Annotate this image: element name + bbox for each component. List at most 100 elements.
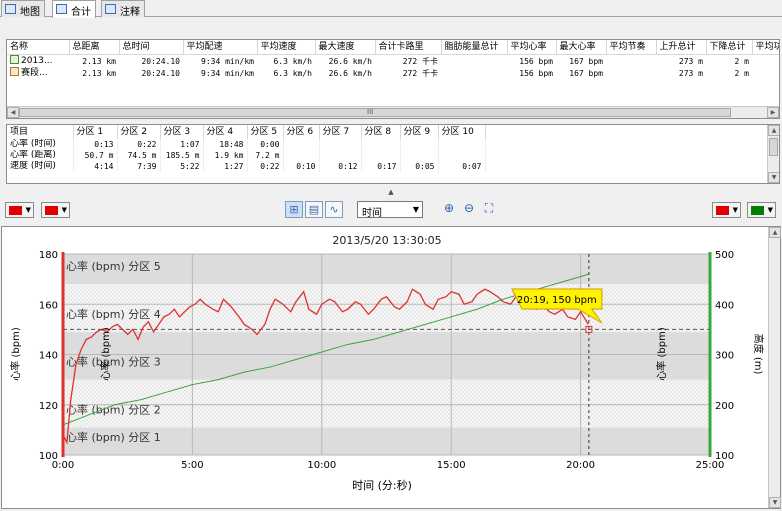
right-axis-label: 高度 (m) [752, 334, 765, 375]
zones-col-3[interactable]: 分区 3 [160, 125, 204, 139]
chevron-down-icon: ▼ [25, 206, 31, 214]
table-row[interactable]: 心率 (距离) 50.7 m 74.5 m 185.5 m 1.9 km 7.2… [7, 150, 486, 161]
col-time[interactable]: 总时间 [119, 40, 184, 55]
col-name[interactable]: 名称 [7, 40, 70, 55]
chevron-down-icon: ▼ [61, 206, 67, 214]
cell: 0:22 [247, 161, 284, 172]
zones-col-2[interactable]: 分区 2 [117, 125, 161, 139]
row-name: 赛段... [21, 68, 48, 78]
chevron-down-icon: ▼ [767, 206, 773, 214]
cell: 74.5 m [117, 150, 161, 161]
cell [606, 55, 656, 68]
fit-button[interactable]: ⛶ [482, 202, 496, 216]
chevron-down-icon: ▼ [412, 205, 419, 214]
table-icon [56, 4, 67, 14]
table-row[interactable]: 速度 (时间) 4:14 7:39 5:22 1:27 0:22 0:10 0:… [7, 161, 486, 172]
left-color-2-button[interactable]: ▼ [41, 202, 70, 218]
scrollbar-thumb[interactable] [19, 108, 731, 117]
cell: 167 bpm [569, 68, 603, 78]
scroll-down-icon[interactable]: ▼ [769, 497, 781, 508]
cell: 9:34 min/km [201, 68, 254, 78]
summary-header-row: 名称 总距离 总时间 平均配速 平均速度 最大速度 合计卡路里 脂肪能量总计 平… [7, 40, 779, 55]
segment-icon [10, 67, 19, 76]
scroll-right-icon[interactable]: ▶ [767, 107, 779, 118]
cell: 273 m [678, 56, 703, 66]
col-avg-speed[interactable]: 平均速度 [257, 40, 316, 55]
x-tick-label: 15:00 [437, 460, 466, 471]
col-avg-cadence[interactable]: 平均节奏 [606, 40, 657, 55]
col-avg-pace[interactable]: 平均配速 [183, 40, 258, 55]
table-row[interactable]: 心率 (时间) 0:13 0:22 1:07 18:48 0:00 [7, 139, 486, 150]
cell: 5:22 [160, 161, 204, 172]
zone-label: 心率 (bpm) 分区 5 [66, 259, 161, 273]
zones-col-7[interactable]: 分区 7 [319, 125, 362, 139]
tab-notes[interactable]: 注释 [101, 0, 145, 18]
cell [283, 139, 320, 150]
zones-col-6[interactable]: 分区 6 [283, 125, 320, 139]
col-calories[interactable]: 合计卡路里 [375, 40, 442, 55]
grid-view-button[interactable]: ⊞ [285, 201, 303, 218]
view-tabs: 地图 合计 注释 [0, 0, 782, 18]
scroll-up-icon[interactable]: ▲ [769, 227, 781, 238]
col-ascent[interactable]: 上升总计 [656, 40, 707, 55]
col-avg-hr[interactable]: 平均心率 [507, 40, 557, 55]
color-swatch [45, 206, 58, 215]
table-row[interactable]: 2013... 2.13 km 20:24.10 9:34 min/km 6.3… [7, 55, 779, 68]
col-distance[interactable]: 总距离 [69, 40, 120, 55]
left-color-1-button[interactable]: ▼ [5, 202, 34, 218]
zones-col-1[interactable]: 分区 1 [73, 125, 118, 139]
zones-vertical-scrollbar[interactable]: ▲ ▼ [767, 125, 779, 183]
zones-panel: 项目 分区 1 分区 2 分区 3 分区 4 分区 5 分区 6 分区 7 分区… [6, 124, 780, 184]
x-axis-select[interactable]: 时间 ▼ [357, 201, 423, 219]
zoom-in-button[interactable]: ⊕ [442, 202, 456, 216]
cell [361, 150, 401, 161]
cell: 26.6 km/h [328, 56, 372, 66]
right-color-2-button[interactable]: ▼ [747, 202, 776, 218]
zone-label: 心率 (bpm) 分区 2 [66, 402, 161, 416]
curve-view-button[interactable]: ∿ [325, 201, 343, 218]
col-max-speed[interactable]: 最大速度 [315, 40, 376, 55]
zone-row-label: 心率 (时间) [7, 139, 74, 150]
chart-vertical-scrollbar[interactable]: ▲ ▼ [768, 227, 781, 508]
zones-col-10[interactable]: 分区 10 [438, 125, 486, 139]
activity-icon [10, 55, 19, 64]
cell: 2.13 km [82, 68, 116, 78]
col-max-hr[interactable]: 最大心率 [556, 40, 607, 55]
zones-col-5[interactable]: 分区 5 [247, 125, 284, 139]
cell [319, 139, 362, 150]
zones-col-item[interactable]: 项目 [7, 125, 74, 139]
left-tick-label: 120 [39, 401, 58, 412]
zone-label: 心率 (bpm) 分区 3 [66, 355, 161, 369]
table-row[interactable]: 赛段... 2.13 km 20:24.10 9:34 min/km 6.3 k… [7, 67, 779, 79]
splitter-handle-icon[interactable]: ▲ [386, 188, 396, 196]
scrollbar-grip: III [367, 108, 374, 116]
scrollbar-thumb[interactable] [769, 138, 778, 156]
col-descent[interactable]: 下降总计 [706, 40, 753, 55]
cell: 0:17 [361, 161, 401, 172]
zones-table: 项目 分区 1 分区 2 分区 3 分区 4 分区 5 分区 6 分区 7 分区… [7, 125, 486, 172]
row-name-cell: 2013... [7, 55, 69, 68]
tab-summary[interactable]: 合计 [52, 0, 96, 18]
summary-horizontal-scrollbar[interactable]: ◀ III ▶ [7, 106, 779, 118]
cell [400, 139, 439, 150]
cell: 0:00 [247, 139, 284, 150]
right-color-1-button[interactable]: ▼ [712, 202, 741, 218]
cell: 156 bpm [519, 56, 553, 66]
chevron-down-icon: ▼ [732, 206, 738, 214]
row-name-cell: 赛段... [7, 67, 69, 79]
col-fat-energy[interactable]: 脂肪能量总计 [441, 40, 508, 55]
scroll-up-icon[interactable]: ▲ [768, 125, 779, 136]
tab-notes-label: 注释 [120, 7, 140, 18]
split-view-button[interactable]: ▤ [305, 201, 323, 218]
zoom-out-button[interactable]: ⊖ [462, 202, 476, 216]
heart-rate-chart[interactable]: 心率 (bpm) 分区 1心率 (bpm) 分区 2心率 (bpm) 分区 3心… [2, 227, 780, 508]
color-swatch [751, 206, 764, 215]
col-avg-power[interactable]: 平均功 [752, 40, 779, 55]
tab-map[interactable]: 地图 [1, 0, 45, 18]
zones-col-8[interactable]: 分区 8 [361, 125, 401, 139]
scroll-down-icon[interactable]: ▼ [768, 172, 779, 183]
zones-col-4[interactable]: 分区 4 [203, 125, 248, 139]
cell: 18:48 [203, 139, 248, 150]
zones-col-9[interactable]: 分区 9 [400, 125, 439, 139]
scroll-left-icon[interactable]: ◀ [7, 107, 19, 118]
